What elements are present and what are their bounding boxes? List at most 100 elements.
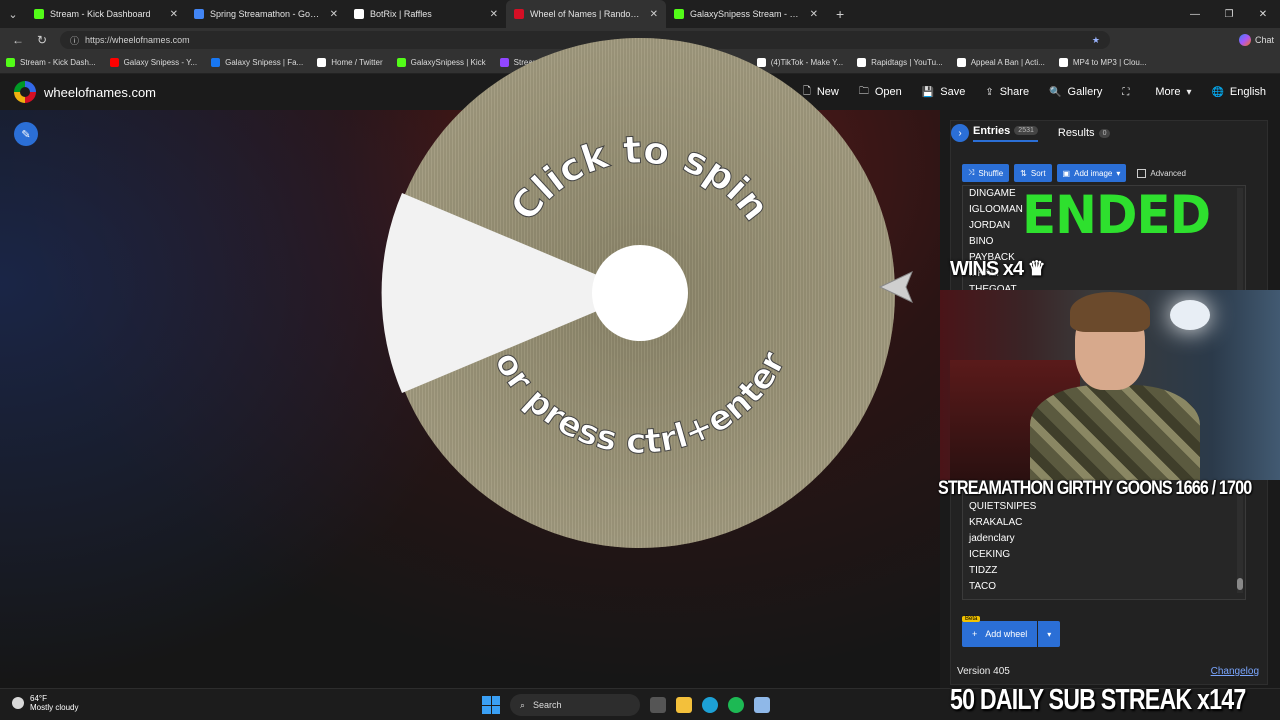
close-tab-icon[interactable]: ✕: [330, 9, 338, 20]
shuffle-button[interactable]: ⤨ Shuffle: [962, 164, 1010, 182]
shuffle-icon: ⤨: [968, 168, 975, 177]
advanced-label: Advanced: [1150, 168, 1186, 178]
back-button[interactable]: ←: [6, 33, 30, 47]
beta-badge: Beta: [962, 616, 981, 622]
taskbar-search[interactable]: ⌕ Search: [510, 694, 640, 716]
menu-label: More: [1155, 86, 1181, 98]
bookmark-favicon-icon: [211, 58, 221, 67]
globe-icon: 🌐: [1211, 86, 1224, 98]
chevron-down-icon: ▾: [1116, 168, 1121, 178]
chat-button[interactable]: Chat: [1238, 34, 1274, 46]
entry-line: TACO: [969, 581, 997, 592]
temperature-text: 64°F: [30, 694, 47, 703]
wins-overlay-text: WINS x4 ♛: [950, 258, 1046, 280]
shuffle-label: Shuffle: [978, 168, 1004, 178]
bookmark-item[interactable]: Appeal A Ban | Acti...: [956, 58, 1045, 67]
tab-title: Stream - Kick Dashboard: [50, 9, 151, 19]
entries-tab-label: Entries: [973, 124, 1011, 137]
sort-icon: ⇅: [1020, 168, 1027, 178]
close-window-button[interactable]: ✕: [1246, 9, 1280, 20]
close-tab-icon[interactable]: ✕: [650, 9, 658, 20]
url-text: https://wheelofnames.com: [85, 35, 190, 45]
menu-search-button[interactable]: 🔍 Gallery: [1049, 86, 1102, 98]
browser-tab[interactable]: Wheel of Names | Random name ✕: [506, 0, 666, 28]
maximize-button[interactable]: ❐: [1212, 9, 1246, 20]
tab-list-chevron-icon[interactable]: ⌄: [0, 0, 26, 28]
menu-label: Gallery: [1067, 86, 1103, 98]
weather-widget[interactable]: 64°F Mostly cloudy: [12, 694, 78, 712]
notepad-icon[interactable]: [754, 697, 770, 713]
file-explorer-icon[interactable]: [676, 697, 692, 713]
menu-share-button[interactable]: ⇪ Share: [985, 86, 1029, 98]
streamathon-banner: STREAMATHON GIRTHY GOONS 1666 / 1700: [938, 478, 1252, 499]
browser-tab[interactable]: Spring Streamathon - Google Doc ✕: [186, 0, 346, 28]
advanced-checkbox[interactable]: Advanced: [1137, 168, 1186, 178]
bookmark-label: Galaxy Snipess - Y...: [123, 58, 198, 67]
reload-button[interactable]: ↻: [30, 33, 54, 47]
menu-chevron-down-button[interactable]: More ▾: [1155, 86, 1191, 98]
wheel-logo-icon: [14, 81, 36, 103]
edit-pencil-button[interactable]: ✎: [14, 122, 38, 146]
site-info-icon[interactable]: ⓘ: [70, 34, 79, 47]
fullscreen-icon: ⛶: [1122, 86, 1130, 98]
spotify-icon[interactable]: [728, 697, 744, 713]
menu-globe-button[interactable]: 🌐 English: [1211, 86, 1266, 98]
favorite-star-icon[interactable]: ★: [1092, 35, 1100, 46]
logo-text: wheelofnames.com: [44, 84, 156, 100]
site-logo[interactable]: wheelofnames.com: [14, 81, 156, 103]
sub-streak-banner: 50 DAILY SUB STREAK x147: [950, 684, 1246, 716]
close-tab-icon[interactable]: ✕: [810, 9, 818, 20]
tab-favicon-icon: [514, 9, 524, 19]
bookmark-favicon-icon: [956, 58, 966, 67]
new-tab-button[interactable]: +: [826, 6, 854, 22]
minimize-button[interactable]: —: [1178, 9, 1212, 20]
entries-scroll-thumb[interactable]: [1237, 578, 1243, 590]
menu-fullscreen-button[interactable]: ⛶: [1122, 87, 1135, 98]
entries-count-badge: 2531: [1014, 126, 1038, 135]
webcam-lamp: [1170, 300, 1210, 330]
weather-cloud-icon: [12, 697, 24, 709]
wheel-pointer-icon: [878, 271, 913, 303]
bookmark-item[interactable]: MP4 to MP3 | Clou...: [1058, 58, 1147, 67]
entry-line: QUIETSNIPES: [969, 501, 1037, 512]
spin-wheel[interactable]: Click to spin or press ctrl+enter: [380, 33, 900, 553]
add-wheel-control: + Add wheel ▾: [962, 621, 1061, 647]
bookmark-item[interactable]: Stream - Kick Dash...: [6, 58, 96, 67]
tab-results[interactable]: Results 0: [1058, 127, 1111, 139]
bookmark-item[interactable]: Galaxy Snipess | Fa...: [211, 58, 303, 67]
collapse-panel-button[interactable]: ›: [951, 124, 969, 142]
wheel-center-hub[interactable]: [592, 245, 688, 341]
sort-button[interactable]: ⇅ Sort: [1014, 164, 1052, 182]
browser-tab[interactable]: BotRix | Raffles ✕: [346, 0, 506, 28]
task-view-icon[interactable]: [650, 697, 666, 713]
tab-list: Stream - Kick Dashboard ✕ Spring Streamath…: [26, 0, 826, 28]
menu-save-button[interactable]: 💾 Save: [922, 86, 966, 98]
close-tab-icon[interactable]: ✕: [170, 9, 178, 20]
bookmark-item[interactable]: Home / Twitter: [317, 58, 383, 67]
windows-start-icon[interactable]: [482, 696, 500, 714]
webcam-overlay: [940, 290, 1280, 480]
close-tab-icon[interactable]: ✕: [490, 9, 498, 20]
browser-tab[interactable]: Stream - Kick Dashboard ✕: [26, 0, 186, 28]
entry-line: TIDZZ: [969, 565, 998, 576]
entry-line: jadenclary: [969, 533, 1015, 544]
browser-tab[interactable]: GalaxySnipess Stream - Watch Live ✕: [666, 0, 826, 28]
search-icon: 🔍: [1049, 86, 1062, 98]
add-wheel-dropdown-button[interactable]: ▾: [1038, 621, 1061, 647]
search-icon: ⌕: [520, 699, 526, 710]
add-image-button[interactable]: ▣ Add image ▾: [1056, 164, 1127, 182]
chevron-down-icon: ▾: [1186, 86, 1192, 98]
tab-title: Spring Streamathon - Google Doc: [210, 9, 324, 19]
bookmark-favicon-icon: [317, 58, 327, 67]
bookmark-item[interactable]: Galaxy Snipess - Y...: [109, 58, 198, 67]
tab-favicon-icon: [194, 9, 204, 19]
add-wheel-button[interactable]: + Add wheel: [962, 621, 1038, 647]
tab-title: GalaxySnipess Stream - Watch Live: [690, 9, 804, 19]
changelog-link[interactable]: Changelog: [1211, 666, 1259, 677]
bookmark-favicon-icon: [1058, 58, 1068, 67]
tab-favicon-icon: [34, 9, 44, 19]
tab-entries[interactable]: Entries 2531: [973, 125, 1038, 142]
checkbox-box: [1137, 168, 1147, 178]
edge-icon[interactable]: [702, 697, 718, 713]
chat-label: Chat: [1254, 35, 1274, 45]
